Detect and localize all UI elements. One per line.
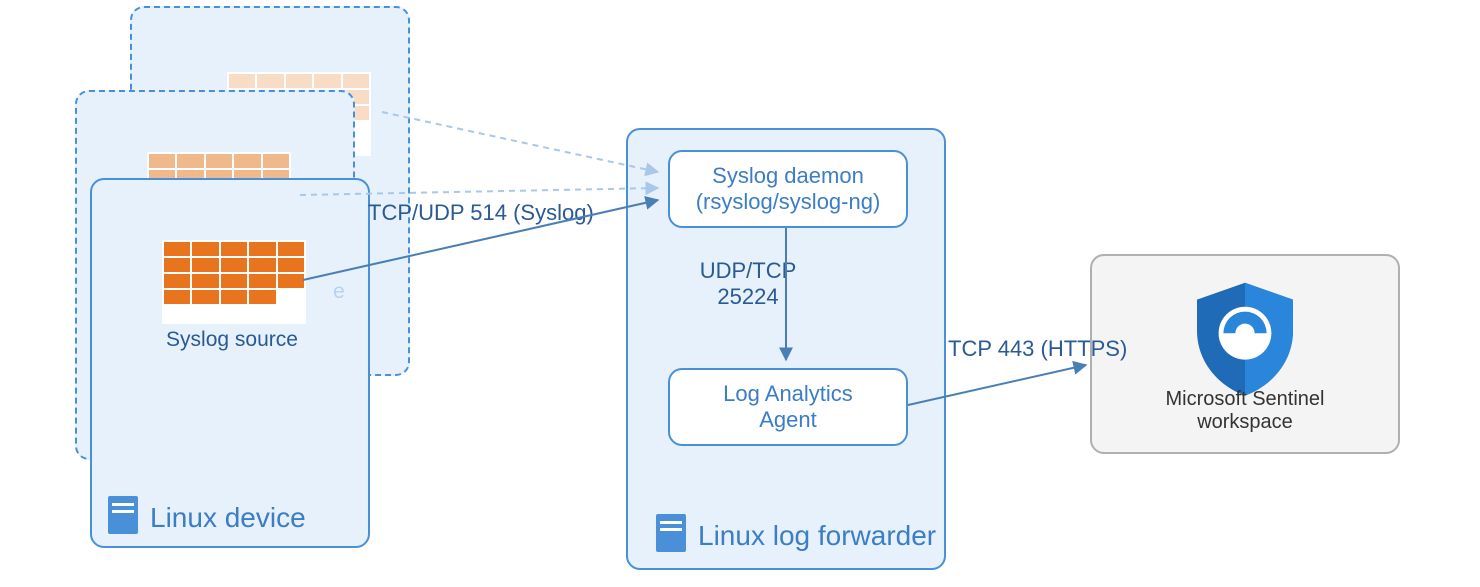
log-analytics-line2: Agent	[723, 407, 853, 433]
syslog-source-middle-rhs: e	[324, 280, 354, 304]
device-title-text: Linux device	[150, 502, 306, 534]
syslog-daemon-line2: (rsyslog/syslog-ng)	[696, 189, 881, 215]
syslog-daemon-line1: Syslog daemon	[696, 163, 881, 189]
linux-log-forwarder: Syslog daemon (rsyslog/syslog-ng) Log An…	[626, 128, 946, 570]
firewall-icon	[162, 240, 306, 324]
log-analytics-line1: Log Analytics	[723, 381, 853, 407]
sentinel-label: Microsoft Sentinel workspace	[1092, 388, 1398, 434]
device-title-front: Linux device	[108, 496, 306, 534]
syslog-daemon-box: Syslog daemon (rsyslog/syslog-ng)	[668, 150, 908, 228]
syslog-source-caption: Syslog source	[132, 328, 332, 352]
server-icon	[656, 514, 686, 552]
forwarder-title-text: Linux log forwarder	[698, 520, 936, 552]
microsoft-sentinel-workspace: Microsoft Sentinel workspace	[1090, 254, 1400, 454]
edge-label-internal: UDP/TCP 25224	[693, 258, 803, 310]
edge-label-https: TCP 443 (HTTPS)	[948, 336, 1127, 362]
server-icon	[108, 496, 138, 534]
log-analytics-agent-box: Log Analytics Agent	[668, 368, 908, 446]
forwarder-title: Linux log forwarder	[656, 514, 936, 552]
sentinel-line2: workspace	[1092, 411, 1398, 434]
edge-label-syslog: TCP/UDP 514 (Syslog)	[368, 200, 594, 226]
linux-device-front: Syslog source e Linux device	[90, 178, 370, 548]
sentinel-line1: Microsoft Sentinel	[1092, 388, 1398, 411]
shield-icon	[1185, 278, 1305, 398]
